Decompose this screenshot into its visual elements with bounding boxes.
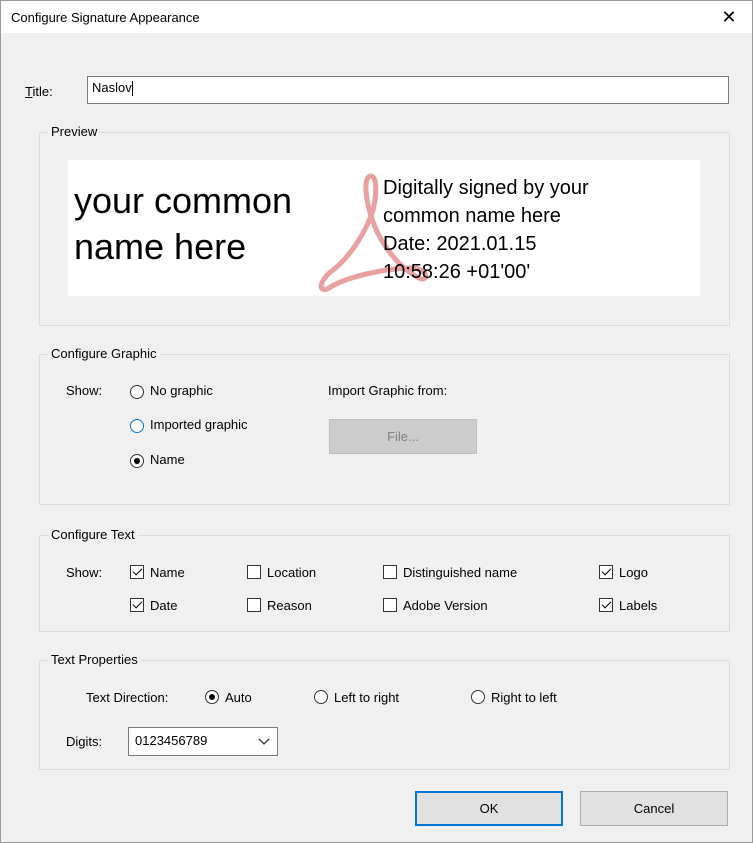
radio-name[interactable] — [130, 454, 144, 468]
preview-name-line2: name here — [74, 226, 247, 267]
title-bar: Configure Signature Appearance ✕ — [1, 1, 752, 33]
radio-auto[interactable] — [205, 690, 219, 704]
checkbox-location-label[interactable]: Location — [267, 565, 316, 580]
checkbox-date[interactable] — [130, 598, 144, 612]
radio-right-to-left-label[interactable]: Right to left — [491, 690, 557, 705]
digits-label: Digits: — [66, 734, 103, 749]
chevron-down-icon — [258, 738, 270, 745]
cancel-button[interactable]: Cancel — [580, 791, 728, 826]
preview-name-line1: your common — [74, 180, 293, 221]
ok-button[interactable]: OK — [415, 791, 563, 826]
checkbox-distinguished-name[interactable] — [383, 565, 397, 579]
checkbox-distinguished-name-label[interactable]: Distinguished name — [403, 565, 517, 580]
checkbox-adobe-version[interactable] — [383, 598, 397, 612]
preview-details-line4: 10:58:26 +01'00' — [383, 261, 531, 283]
signature-preview: your common name here Digitally signed b… — [68, 160, 700, 296]
radio-no-graphic[interactable] — [130, 385, 144, 399]
preview-details-line3: Date: 2021.01.15 — [383, 233, 537, 255]
configure-graphic-label: Configure Graphic — [48, 346, 160, 361]
checkbox-labels[interactable] — [599, 598, 613, 612]
title-field-label: Title: — [25, 84, 53, 99]
radio-no-graphic-label[interactable]: No graphic — [150, 383, 213, 398]
graphic-show-label: Show: — [66, 383, 103, 398]
title-label-rest: itle: — [32, 84, 53, 99]
checkbox-name-label[interactable]: Name — [150, 565, 185, 580]
file-button[interactable]: File... — [329, 419, 477, 454]
close-icon[interactable]: ✕ — [706, 1, 752, 33]
radio-imported-graphic[interactable] — [130, 419, 144, 433]
title-input[interactable]: Naslov — [87, 76, 729, 104]
title-input-value: Naslov — [92, 80, 132, 95]
checkbox-labels-label[interactable]: Labels — [619, 598, 657, 613]
window-title: Configure Signature Appearance — [11, 10, 200, 25]
digits-select[interactable]: 0123456789 — [128, 727, 278, 756]
checkbox-logo-label[interactable]: Logo — [619, 565, 648, 580]
checkbox-location[interactable] — [247, 565, 261, 579]
preview-name: your common name here — [74, 178, 292, 270]
preview-group-label: Preview — [48, 124, 101, 139]
radio-name-label[interactable]: Name — [150, 452, 185, 467]
preview-details: Digitally signed by your common name her… — [383, 174, 589, 286]
radio-left-to-right[interactable] — [314, 690, 328, 704]
checkbox-reason[interactable] — [247, 598, 261, 612]
text-properties-label: Text Properties — [48, 652, 141, 667]
checkbox-reason-label[interactable]: Reason — [267, 598, 312, 613]
configure-text-label: Configure Text — [48, 527, 138, 542]
configure-signature-dialog: Configure Signature Appearance ✕ Title: … — [0, 0, 753, 843]
checkbox-date-label[interactable]: Date — [150, 598, 177, 613]
preview-details-line2: common name here — [383, 205, 561, 227]
digits-select-value: 0123456789 — [135, 733, 208, 748]
radio-imported-graphic-label[interactable]: Imported graphic — [150, 417, 248, 432]
radio-left-to-right-label[interactable]: Left to right — [334, 690, 399, 705]
text-direction-label: Text Direction: — [86, 690, 169, 705]
text-show-label: Show: — [66, 565, 103, 580]
checkbox-name[interactable] — [130, 565, 144, 579]
radio-auto-label[interactable]: Auto — [225, 690, 252, 705]
radio-right-to-left[interactable] — [471, 690, 485, 704]
import-graphic-label: Import Graphic from: — [328, 383, 448, 398]
preview-details-line1: Digitally signed by your — [383, 177, 589, 199]
text-caret — [131, 81, 133, 97]
checkbox-adobe-version-label[interactable]: Adobe Version — [403, 598, 488, 613]
configure-text-group: Configure Text — [39, 527, 730, 632]
checkbox-logo[interactable] — [599, 565, 613, 579]
